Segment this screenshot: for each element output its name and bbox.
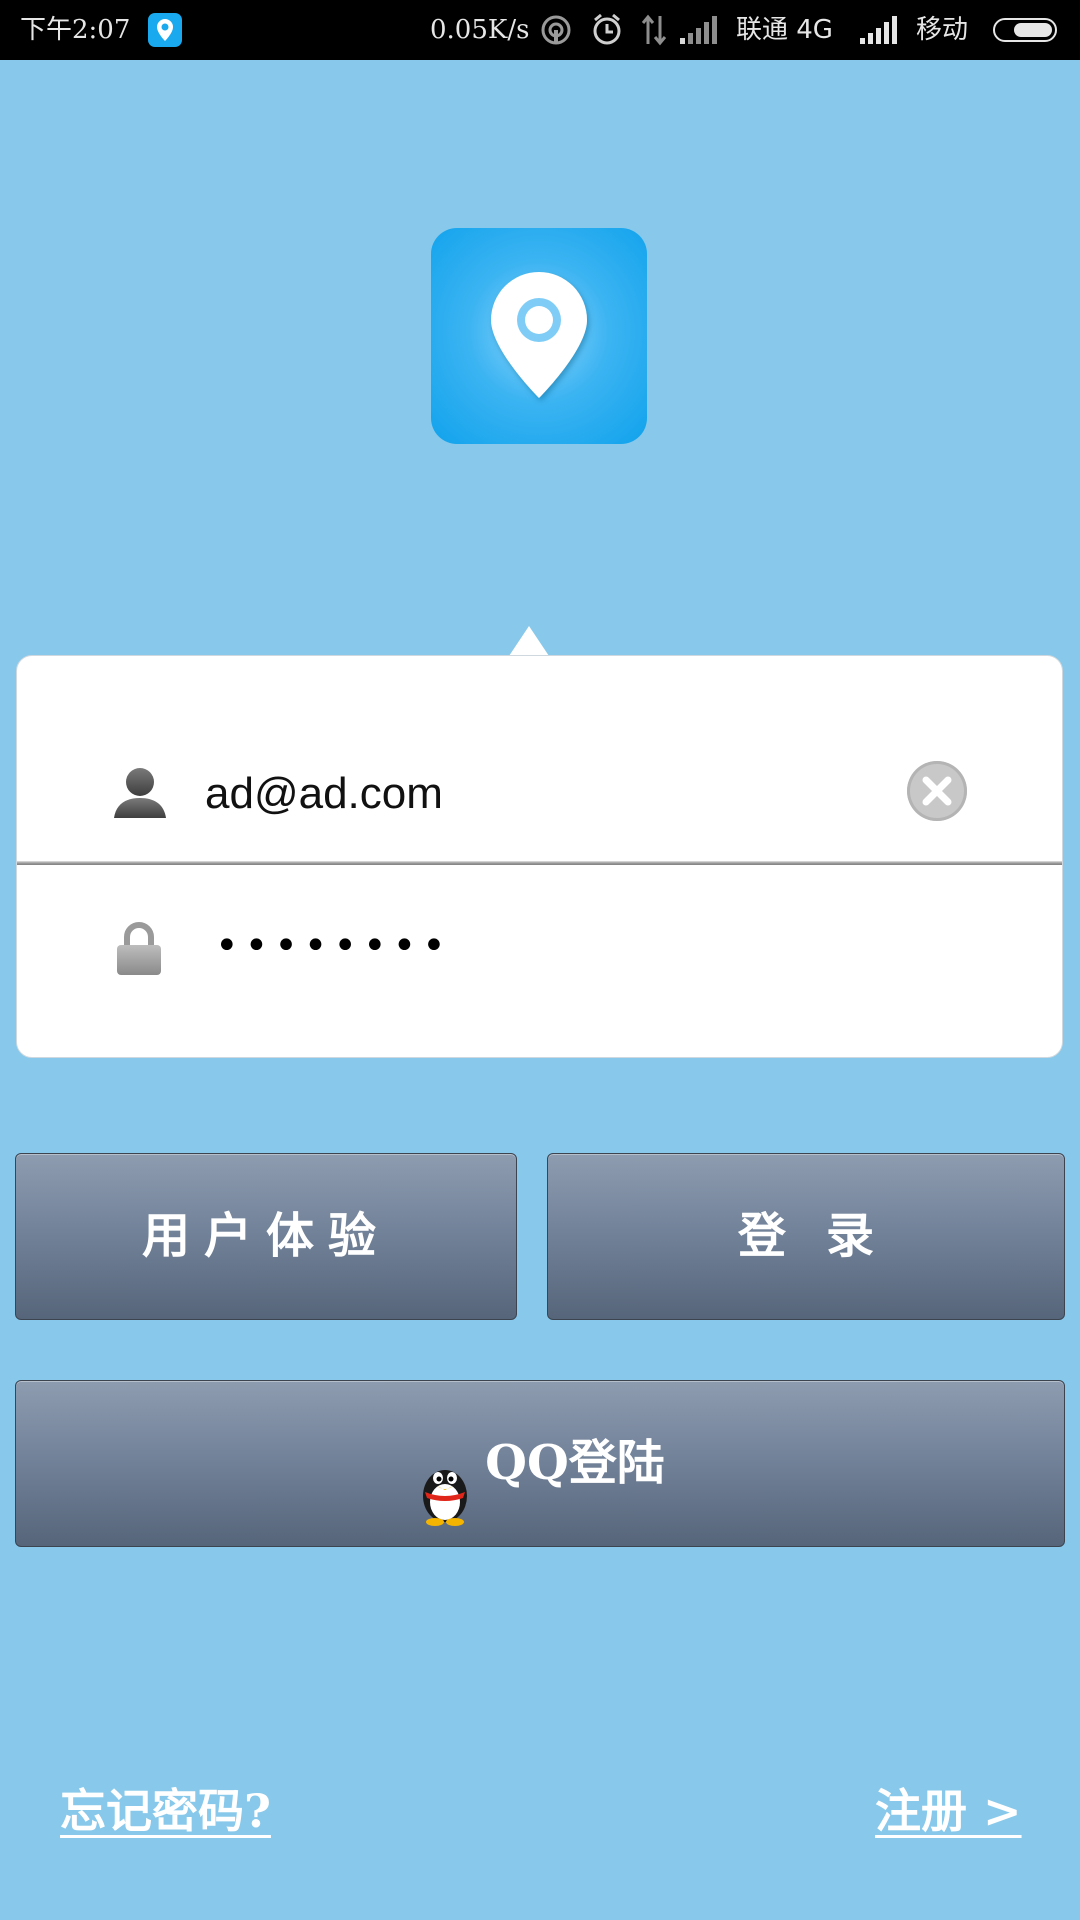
data-transfer-icon [640, 14, 668, 46]
hotspot-icon [540, 14, 572, 46]
carrier-1: 联通 4G [736, 15, 833, 45]
email-field[interactable]: ad@ad.com [205, 764, 443, 824]
signal-icon-2 [860, 16, 898, 44]
login-button[interactable]: 登录 [547, 1153, 1065, 1320]
alarm-icon [590, 12, 624, 46]
signal-icon [680, 16, 718, 44]
user-icon [112, 764, 168, 820]
battery-icon [993, 18, 1057, 42]
user-experience-button[interactable]: 用户体验 [15, 1153, 517, 1320]
network-speed: 0.05K/s [430, 15, 530, 45]
location-pin-icon [491, 272, 587, 398]
card-pointer [509, 626, 549, 656]
qq-login-button[interactable]: QQ登陆 [15, 1380, 1065, 1547]
register-link[interactable]: 注册 > [875, 1775, 1022, 1841]
clear-icon[interactable] [907, 761, 967, 821]
location-pin-icon [148, 13, 182, 47]
qq-login-label: QQ登陆 [485, 1435, 665, 1491]
forgot-password-link[interactable]: 忘记密码? [60, 1775, 271, 1841]
app-logo [431, 228, 647, 444]
password-field[interactable]: •••••••• [215, 916, 452, 976]
carrier-2: 移动 [916, 15, 969, 45]
field-divider [17, 861, 1062, 865]
qq-penguin-icon [415, 1428, 475, 1526]
login-form: ad@ad.com •••••••• [16, 655, 1063, 1058]
status-time: 下午2:07 [20, 15, 131, 45]
status-bar: 下午2:07 0.05K/s 联通 4G 移动 [0, 0, 1080, 60]
lock-icon [115, 921, 163, 977]
